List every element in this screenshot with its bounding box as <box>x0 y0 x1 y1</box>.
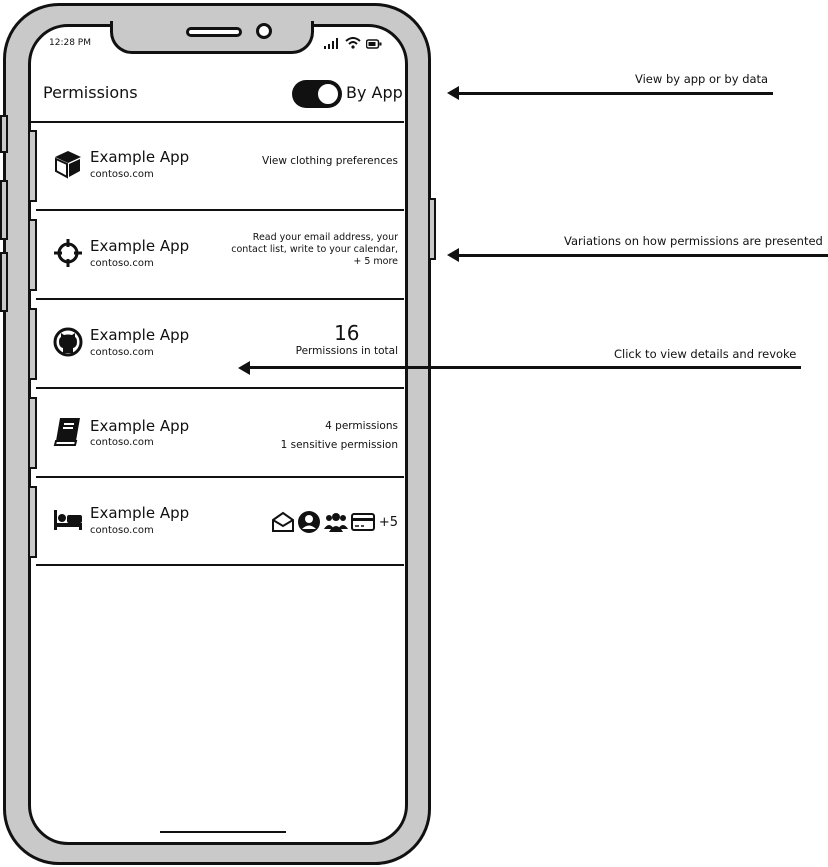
row-tab <box>28 308 37 380</box>
permission-count: 16 <box>334 321 360 345</box>
app-row[interactable]: Example App contoso.com View clothing pr… <box>28 126 404 214</box>
permission-summary: 16 Permissions in total <box>296 321 398 357</box>
toggle-knob <box>316 82 340 106</box>
speaker <box>186 27 242 37</box>
credit-card-icon <box>350 513 375 531</box>
permission-icons: +5 <box>271 510 398 534</box>
app-name: Example App <box>90 326 190 344</box>
permission-summary: 4 permissions 1 sensitive permission <box>281 417 398 455</box>
row-tab <box>28 397 37 469</box>
app-row[interactable]: Example App contoso.com +5 <box>28 482 404 570</box>
page-title: Permissions <box>43 83 138 102</box>
side-button-right <box>428 198 436 260</box>
github-icon <box>53 327 83 357</box>
user-circle-icon <box>297 511 320 533</box>
app-domain: contoso.com <box>90 525 154 536</box>
more-permissions-label: +5 <box>378 514 398 530</box>
permission-line: 1 sensitive permission <box>280 439 398 451</box>
permission-line: 4 permissions <box>325 420 398 432</box>
side-button-left-mid <box>0 180 8 240</box>
permission-count-label: Permissions in total <box>295 345 398 357</box>
box-icon <box>55 151 81 179</box>
permission-summary: View clothing preferences <box>262 155 398 167</box>
annotation-variations: Variations on how permissions are presen… <box>564 234 823 248</box>
divider <box>30 121 404 123</box>
side-button-left-bottom <box>0 252 8 312</box>
permission-line: + 5 more <box>353 256 398 267</box>
app-row[interactable]: Example App contoso.com 16 Permissions i… <box>28 304 404 392</box>
book-icon <box>53 418 80 446</box>
bed-icon <box>54 510 82 530</box>
app-row[interactable]: Example App contoso.com Read your email … <box>28 215 404 303</box>
permission-line: Read your email address, your <box>252 232 398 243</box>
row-tab <box>28 486 37 558</box>
arrow-line <box>458 92 773 95</box>
app-domain: contoso.com <box>90 258 154 269</box>
status-time: 12:28 PM <box>49 38 91 48</box>
annotation-details: Click to view details and revoke <box>614 347 797 361</box>
arrow-line <box>249 366 801 369</box>
mail-open-icon <box>271 511 294 532</box>
app-domain: contoso.com <box>90 437 154 448</box>
row-tab <box>28 219 37 291</box>
signal-icon <box>324 38 338 49</box>
app-domain: contoso.com <box>90 347 154 358</box>
app-name: Example App <box>90 148 190 166</box>
app-name: Example App <box>90 237 190 255</box>
home-indicator <box>160 831 286 833</box>
notch <box>110 21 314 54</box>
toggle-label[interactable]: By App <box>346 83 403 102</box>
crosshair-icon <box>54 239 82 267</box>
permission-summary: Read your email address, your contact li… <box>231 232 398 268</box>
app-name: Example App <box>90 417 190 435</box>
app-domain: contoso.com <box>90 169 154 180</box>
status-icons <box>324 37 382 49</box>
side-button-left-top <box>0 115 8 153</box>
wifi-icon <box>345 37 361 49</box>
row-tab <box>28 130 37 202</box>
annotation-view-toggle: View by app or by data <box>635 72 769 86</box>
users-icon <box>323 513 348 532</box>
app-name: Example App <box>90 504 190 522</box>
permission-line: contact list, write to your calendar, <box>231 244 398 255</box>
battery-icon <box>366 39 382 49</box>
camera <box>256 23 272 39</box>
view-toggle[interactable] <box>292 80 342 108</box>
arrow-line <box>458 254 828 257</box>
app-row[interactable]: Example App contoso.com 4 permissions 1 … <box>28 393 404 481</box>
